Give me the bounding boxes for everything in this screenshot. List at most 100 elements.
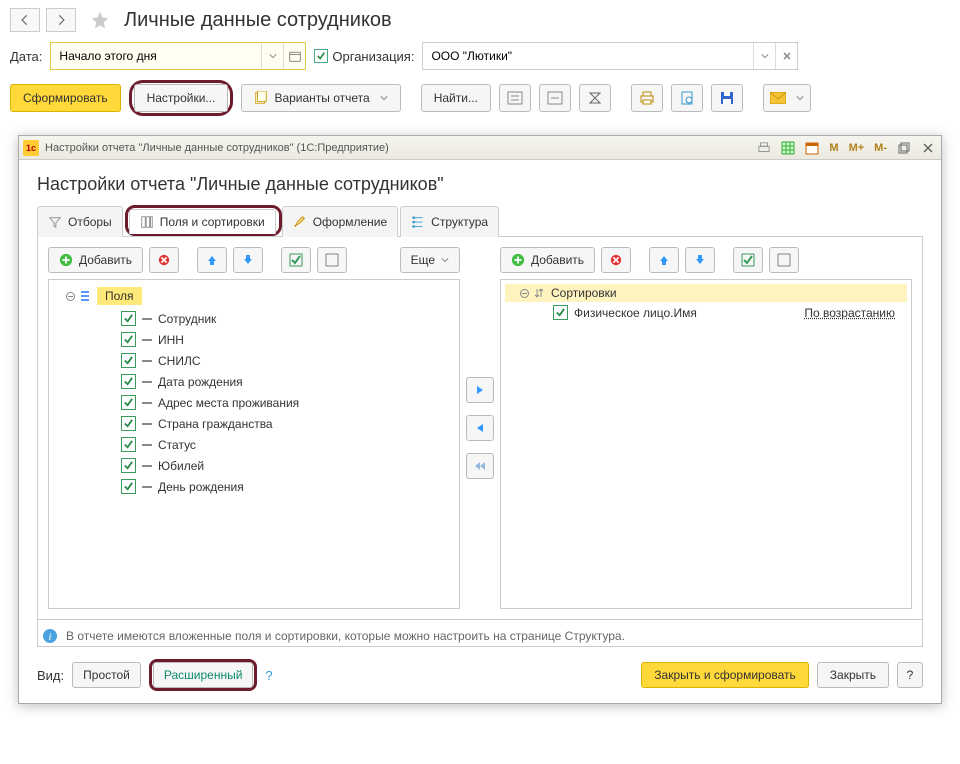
field-row[interactable]: ИНН — [53, 329, 455, 350]
date-field[interactable] — [50, 42, 306, 70]
date-dropdown-icon[interactable] — [261, 43, 283, 69]
sort-uncheckall-button[interactable] — [769, 247, 799, 273]
fields-header-row: Поля — [53, 284, 455, 308]
org-checkbox[interactable] — [314, 49, 328, 63]
variants-label: Варианты отчета — [274, 91, 369, 105]
field-row[interactable]: Статус — [53, 434, 455, 455]
dash-icon — [142, 381, 152, 383]
sort-field-label: Физическое лицо.Имя — [574, 306, 697, 320]
field-checkbox[interactable] — [121, 353, 136, 368]
fields-checkall-button[interactable] — [281, 247, 311, 273]
find-button[interactable]: Найти... — [421, 84, 491, 112]
collapse-icon[interactable] — [519, 288, 529, 298]
view-advanced-button[interactable]: Расширенный — [153, 662, 254, 688]
field-checkbox[interactable] — [121, 395, 136, 410]
report-variants-button[interactable]: Варианты отчета — [241, 84, 400, 112]
move-all-left-button[interactable] — [466, 453, 494, 479]
forward-button[interactable] — [46, 8, 76, 32]
collapse-icon[interactable] — [65, 291, 75, 301]
field-checkbox[interactable] — [121, 374, 136, 389]
close-and-generate-button[interactable]: Закрыть и сформировать — [641, 662, 809, 688]
org-field[interactable] — [422, 42, 798, 70]
dash-icon — [142, 339, 152, 341]
collapse-group-button[interactable] — [539, 84, 571, 112]
fields-more-button[interactable]: Еще — [400, 247, 460, 273]
preview-button[interactable] — [671, 84, 703, 112]
window-restore-icon[interactable] — [895, 139, 913, 157]
email-button[interactable] — [763, 84, 811, 112]
settings-button[interactable]: Настройки... — [134, 84, 229, 112]
help-button[interactable]: ? — [897, 662, 923, 688]
expand-group-button[interactable] — [499, 84, 531, 112]
sort-moveup-button[interactable] — [649, 247, 679, 273]
main-toolbar: Сформировать Настройки... Варианты отчет… — [0, 78, 960, 126]
filter-row: Дата: Организация: — [0, 38, 960, 78]
sort-movedown-button[interactable] — [685, 247, 715, 273]
advanced-label: Расширенный — [164, 668, 243, 682]
field-checkbox[interactable] — [121, 458, 136, 473]
field-checkbox[interactable] — [121, 332, 136, 347]
settings-label: Настройки... — [147, 91, 216, 105]
tab-appearance-label: Оформление — [313, 215, 387, 229]
org-checkbox-group: Организация: — [314, 49, 414, 64]
field-row[interactable]: Сотрудник — [53, 308, 455, 329]
generate-button[interactable]: Сформировать — [10, 84, 121, 112]
fields-uncheckall-button[interactable] — [317, 247, 347, 273]
close-button[interactable]: Закрыть — [817, 662, 889, 688]
calendar-icon[interactable] — [283, 43, 305, 69]
print-button[interactable] — [631, 84, 663, 112]
sort-delete-button[interactable] — [601, 247, 631, 273]
memory-mplus[interactable]: M+ — [847, 142, 867, 154]
tab-appearance[interactable]: Оформление — [282, 206, 398, 237]
tb-calendar-icon[interactable] — [803, 139, 821, 157]
tab-fields[interactable]: Поля и сортировки — [129, 209, 276, 234]
memory-mminus[interactable]: M- — [872, 142, 889, 154]
tb-grid-icon[interactable] — [779, 139, 797, 157]
plus-icon — [511, 253, 525, 267]
date-input[interactable] — [51, 43, 261, 69]
move-right-button[interactable] — [466, 377, 494, 403]
sort-icon — [533, 287, 545, 299]
transfer-arrows — [460, 247, 500, 609]
field-checkbox[interactable] — [121, 311, 136, 326]
field-checkbox[interactable] — [121, 437, 136, 452]
field-checkbox[interactable] — [121, 479, 136, 494]
sort-checkall-button[interactable] — [733, 247, 763, 273]
fields-delete-button[interactable] — [149, 247, 179, 273]
window-close-icon[interactable] — [919, 139, 937, 157]
tb-print-icon[interactable] — [755, 139, 773, 157]
fields-movedown-button[interactable] — [233, 247, 263, 273]
sort-direction[interactable]: По возрастанию — [804, 306, 895, 320]
fields-add-button[interactable]: Добавить — [48, 247, 143, 273]
field-checkbox[interactable] — [121, 416, 136, 431]
more-label: Еще — [411, 253, 435, 267]
sort-list[interactable]: Сортировки Физическое лицо.Имя По возрас… — [500, 279, 912, 609]
dialog-titlebar: 1c Настройки отчета "Личные данные сотру… — [19, 136, 941, 160]
back-button[interactable] — [10, 8, 40, 32]
sort-checkbox[interactable] — [553, 305, 568, 320]
fields-list[interactable]: Поля СотрудникИННСНИЛСДата рожденияАдрес… — [48, 279, 460, 609]
view-simple-button[interactable]: Простой — [72, 662, 141, 688]
field-row[interactable]: Адрес места проживания — [53, 392, 455, 413]
field-row[interactable]: Страна гражданства — [53, 413, 455, 434]
memory-m[interactable]: M — [827, 142, 840, 154]
field-row[interactable]: СНИЛС — [53, 350, 455, 371]
tab-filters[interactable]: Отборы — [37, 206, 123, 237]
move-left-button[interactable] — [466, 415, 494, 441]
fields-moveup-button[interactable] — [197, 247, 227, 273]
field-row[interactable]: Юбилей — [53, 455, 455, 476]
field-row[interactable]: Дата рождения — [53, 371, 455, 392]
sort-add-button[interactable]: Добавить — [500, 247, 595, 273]
simple-label: Простой — [83, 668, 130, 682]
org-clear-icon[interactable] — [775, 43, 797, 69]
sum-button[interactable] — [579, 84, 611, 112]
sort-row[interactable]: Физическое лицо.Имя По возрастанию — [505, 302, 907, 323]
help-question-icon[interactable]: ? — [265, 668, 272, 683]
org-dropdown-icon[interactable] — [753, 43, 775, 69]
favorite-star-icon[interactable] — [88, 8, 112, 32]
org-input[interactable] — [423, 43, 753, 69]
page-title: Личные данные сотрудников — [124, 9, 392, 32]
field-row[interactable]: День рождения — [53, 476, 455, 497]
save-button[interactable] — [711, 84, 743, 112]
tab-structure[interactable]: Структура — [400, 206, 499, 237]
